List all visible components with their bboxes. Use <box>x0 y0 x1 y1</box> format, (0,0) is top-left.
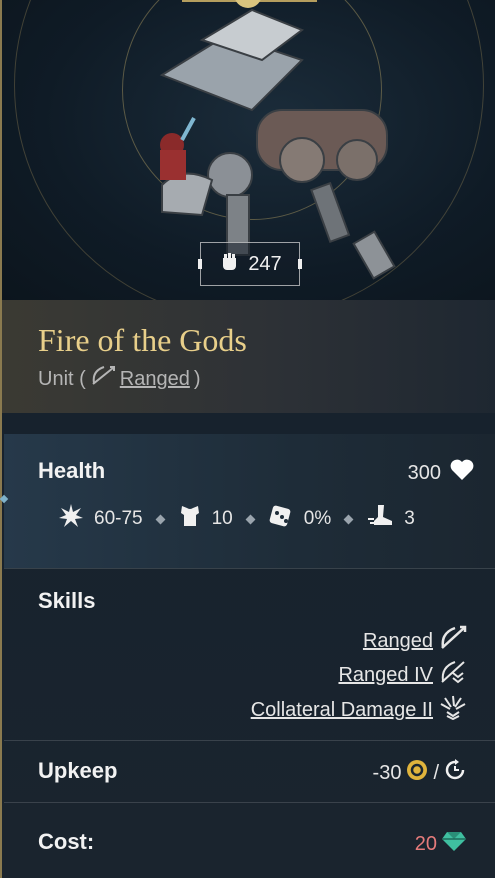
defense-value: 10 <box>211 508 233 529</box>
unit-card: 247 Fire of the Gods Unit ( Ranged ) Hea… <box>0 0 495 878</box>
damage-stat: 60-75 <box>58 503 143 535</box>
skill-name[interactable]: Ranged <box>363 630 433 653</box>
damage-value: 60-75 <box>94 508 143 529</box>
unit-type-link[interactable]: Ranged <box>120 368 190 391</box>
fist-icon <box>218 249 242 279</box>
heart-icon <box>449 458 475 488</box>
skill-name[interactable]: Ranged IV <box>338 664 433 687</box>
burst-icon <box>58 503 84 535</box>
stat-separator <box>343 514 354 524</box>
health-number: 300 <box>407 461 441 484</box>
skill-collateral-damage[interactable]: Collateral Damage II <box>251 694 467 726</box>
defense-stat: 10 <box>178 503 233 535</box>
health-label: Health <box>38 458 106 483</box>
upkeep-number: -30 <box>372 761 402 784</box>
boot-icon <box>366 503 394 535</box>
stat-separator <box>245 514 256 524</box>
divider <box>4 740 495 741</box>
unit-name: Fire of the Gods <box>38 322 247 358</box>
upkeep-value: -30 / <box>373 758 467 788</box>
cost-number: 20 <box>414 832 437 855</box>
health-value: 300 <box>408 458 475 488</box>
power-value: 247 <box>248 252 282 275</box>
health-section <box>4 434 495 568</box>
divider <box>4 568 495 569</box>
turn-icon <box>443 758 467 788</box>
gold-coin-icon <box>405 758 429 788</box>
skill-name[interactable]: Collateral Damage II <box>251 699 433 722</box>
unit-type: Unit ( Ranged ) <box>38 365 201 393</box>
dice-icon <box>268 503 294 535</box>
chance-value: 0% <box>303 508 332 529</box>
ranged-icon <box>90 365 116 393</box>
skill-ranged[interactable]: Ranged <box>363 625 467 657</box>
combat-stats: 60-75 10 0% 3 <box>58 502 415 536</box>
movement-value: 3 <box>404 508 415 529</box>
unit-portrait: 247 <box>2 0 495 300</box>
power-badge: 247 <box>198 242 302 286</box>
badge-tick-right <box>298 259 302 269</box>
upkeep-label: Upkeep <box>38 758 118 783</box>
armor-icon <box>178 503 202 535</box>
unit-type-prefix: Unit ( <box>38 367 86 390</box>
skill-ranged-iv[interactable]: Ranged IV <box>338 659 467 691</box>
movement-stat: 3 <box>366 503 415 535</box>
upkeep-separator: / <box>433 761 439 784</box>
skills-label: Skills <box>38 588 96 613</box>
stat-separator <box>155 514 166 524</box>
unit-type-suffix: ) <box>193 367 201 390</box>
chance-stat: 0% <box>268 503 331 535</box>
badge-tick-left <box>198 259 202 269</box>
cost-label: Cost: <box>38 829 95 854</box>
ranged-icon <box>439 625 467 657</box>
collateral-icon <box>439 694 467 726</box>
gem-icon <box>441 829 467 859</box>
divider <box>4 802 495 803</box>
ranged-iv-icon <box>439 659 467 691</box>
cost-value: 20 <box>415 829 467 859</box>
